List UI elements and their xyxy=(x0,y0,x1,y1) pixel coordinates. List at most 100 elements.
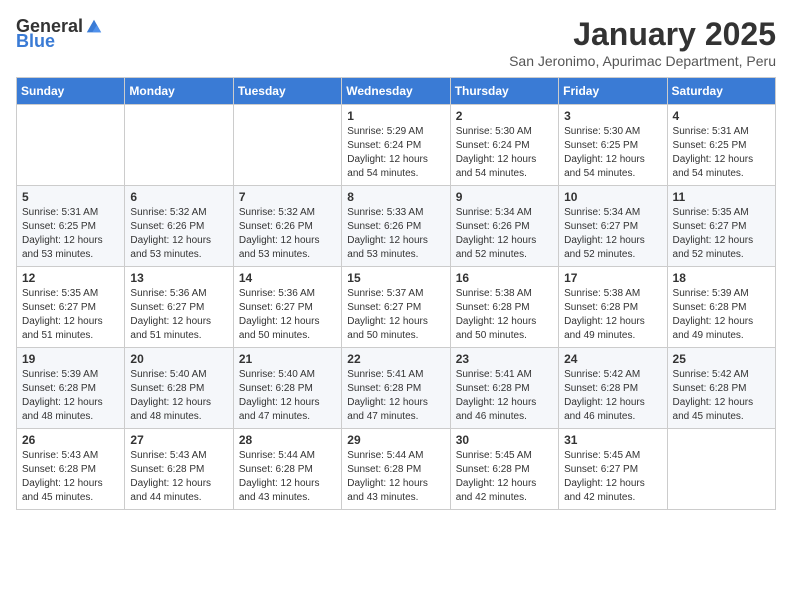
main-title: January 2025 xyxy=(509,16,776,53)
day-number: 26 xyxy=(22,433,119,447)
day-number: 17 xyxy=(564,271,661,285)
day-number: 18 xyxy=(673,271,770,285)
calendar-cell: 14Sunrise: 5:36 AMSunset: 6:27 PMDayligh… xyxy=(233,267,341,348)
day-number: 24 xyxy=(564,352,661,366)
day-number: 15 xyxy=(347,271,444,285)
calendar-cell: 18Sunrise: 5:39 AMSunset: 6:28 PMDayligh… xyxy=(667,267,775,348)
logo-icon xyxy=(85,18,103,36)
weekday-header-monday: Monday xyxy=(125,78,233,105)
title-block: January 2025 San Jeronimo, Apurimac Depa… xyxy=(509,16,776,69)
calendar-table: SundayMondayTuesdayWednesdayThursdayFrid… xyxy=(16,77,776,510)
day-info: Sunrise: 5:39 AMSunset: 6:28 PMDaylight:… xyxy=(22,368,119,424)
day-info: Sunrise: 5:42 AMSunset: 6:28 PMDaylight:… xyxy=(673,368,770,424)
week-row-4: 19 Sunrise: 5:39 AMSunset: 6:28 PMDayligh… xyxy=(17,348,776,429)
calendar-cell: 25 Sunrise: 5:42 AMSunset: 6:28 PMDayligh… xyxy=(667,348,775,429)
day-info: Sunrise: 5:38 AMSunset: 6:28 PMDaylight:… xyxy=(456,287,553,343)
day-info: Sunrise: 5:30 AMSunset: 6:24 PMDaylight:… xyxy=(456,125,553,181)
day-number: 23 xyxy=(456,352,553,366)
weekday-header-friday: Friday xyxy=(559,78,667,105)
calendar-cell: 19 Sunrise: 5:39 AMSunset: 6:28 PMDayligh… xyxy=(17,348,125,429)
calendar-cell: 2 Sunrise: 5:30 AMSunset: 6:24 PMDaylight… xyxy=(450,105,558,186)
calendar-cell: 20Sunrise: 5:40 AMSunset: 6:28 PMDayligh… xyxy=(125,348,233,429)
week-row-2: 5Sunrise: 5:31 AMSunset: 6:25 PMDaylight… xyxy=(17,186,776,267)
day-info: Sunrise: 5:42 AMSunset: 6:28 PMDaylight:… xyxy=(564,368,661,424)
day-number: 21 xyxy=(239,352,336,366)
weekday-header-thursday: Thursday xyxy=(450,78,558,105)
calendar-cell: 8 Sunrise: 5:33 AMSunset: 6:26 PMDaylight… xyxy=(342,186,450,267)
day-number: 8 xyxy=(347,190,444,204)
calendar-cell xyxy=(17,105,125,186)
day-number: 2 xyxy=(456,109,553,123)
day-number: 27 xyxy=(130,433,227,447)
day-info: Sunrise: 5:35 AMSunset: 6:27 PMDaylight:… xyxy=(673,206,770,262)
day-info: Sunrise: 5:41 AMSunset: 6:28 PMDaylight:… xyxy=(347,368,444,424)
day-number: 30 xyxy=(456,433,553,447)
calendar-cell: 21 Sunrise: 5:40 AMSunset: 6:28 PMDayligh… xyxy=(233,348,341,429)
calendar-cell: 5Sunrise: 5:31 AMSunset: 6:25 PMDaylight… xyxy=(17,186,125,267)
day-info: Sunrise: 5:30 AMSunset: 6:25 PMDaylight:… xyxy=(564,125,661,181)
calendar-cell: 9 Sunrise: 5:34 AMSunset: 6:26 PMDaylight… xyxy=(450,186,558,267)
day-number: 25 xyxy=(673,352,770,366)
day-number: 5 xyxy=(22,190,119,204)
calendar-cell: 3 Sunrise: 5:30 AMSunset: 6:25 PMDaylight… xyxy=(559,105,667,186)
weekday-header-tuesday: Tuesday xyxy=(233,78,341,105)
weekday-header-saturday: Saturday xyxy=(667,78,775,105)
day-number: 9 xyxy=(456,190,553,204)
day-info: Sunrise: 5:40 AMSunset: 6:28 PMDaylight:… xyxy=(239,368,336,424)
day-number: 29 xyxy=(347,433,444,447)
day-number: 22 xyxy=(347,352,444,366)
calendar-cell: 23 Sunrise: 5:41 AMSunset: 6:28 PMDayligh… xyxy=(450,348,558,429)
calendar-cell: 1Sunrise: 5:29 AMSunset: 6:24 PMDaylight… xyxy=(342,105,450,186)
day-number: 1 xyxy=(347,109,444,123)
calendar-cell: 22 Sunrise: 5:41 AMSunset: 6:28 PMDayligh… xyxy=(342,348,450,429)
day-number: 28 xyxy=(239,433,336,447)
calendar-cell: 6 Sunrise: 5:32 AMSunset: 6:26 PMDaylight… xyxy=(125,186,233,267)
calendar-cell: 15 Sunrise: 5:37 AMSunset: 6:27 PMDayligh… xyxy=(342,267,450,348)
week-row-5: 26 Sunrise: 5:43 AMSunset: 6:28 PMDayligh… xyxy=(17,429,776,510)
day-info: Sunrise: 5:31 AMSunset: 6:25 PMDaylight:… xyxy=(673,125,770,181)
day-number: 6 xyxy=(130,190,227,204)
day-info: Sunrise: 5:44 AMSunset: 6:28 PMDaylight:… xyxy=(239,449,336,505)
calendar-cell: 28 Sunrise: 5:44 AMSunset: 6:28 PMDayligh… xyxy=(233,429,341,510)
day-info: Sunrise: 5:37 AMSunset: 6:27 PMDaylight:… xyxy=(347,287,444,343)
calendar-cell xyxy=(125,105,233,186)
day-info: Sunrise: 5:44 AMSunset: 6:28 PMDaylight:… xyxy=(347,449,444,505)
calendar-cell: 31Sunrise: 5:45 AMSunset: 6:27 PMDayligh… xyxy=(559,429,667,510)
week-row-1: 1Sunrise: 5:29 AMSunset: 6:24 PMDaylight… xyxy=(17,105,776,186)
weekday-header-wednesday: Wednesday xyxy=(342,78,450,105)
logo-blue: Blue xyxy=(16,31,55,52)
day-info: Sunrise: 5:33 AMSunset: 6:26 PMDaylight:… xyxy=(347,206,444,262)
day-number: 3 xyxy=(564,109,661,123)
day-number: 19 xyxy=(22,352,119,366)
calendar-cell: 13 Sunrise: 5:36 AMSunset: 6:27 PMDayligh… xyxy=(125,267,233,348)
calendar-cell: 26 Sunrise: 5:43 AMSunset: 6:28 PMDayligh… xyxy=(17,429,125,510)
day-number: 20 xyxy=(130,352,227,366)
calendar-cell xyxy=(233,105,341,186)
day-info: Sunrise: 5:45 AMSunset: 6:28 PMDaylight:… xyxy=(456,449,553,505)
calendar-cell: 10Sunrise: 5:34 AMSunset: 6:27 PMDayligh… xyxy=(559,186,667,267)
calendar-cell: 27 Sunrise: 5:43 AMSunset: 6:28 PMDayligh… xyxy=(125,429,233,510)
calendar-cell: 29 Sunrise: 5:44 AMSunset: 6:28 PMDayligh… xyxy=(342,429,450,510)
calendar-cell: 16Sunrise: 5:38 AMSunset: 6:28 PMDayligh… xyxy=(450,267,558,348)
day-number: 12 xyxy=(22,271,119,285)
day-info: Sunrise: 5:43 AMSunset: 6:28 PMDaylight:… xyxy=(130,449,227,505)
day-number: 4 xyxy=(673,109,770,123)
day-info: Sunrise: 5:43 AMSunset: 6:28 PMDaylight:… xyxy=(22,449,119,505)
day-info: Sunrise: 5:32 AMSunset: 6:26 PMDaylight:… xyxy=(130,206,227,262)
day-number: 13 xyxy=(130,271,227,285)
day-info: Sunrise: 5:35 AMSunset: 6:27 PMDaylight:… xyxy=(22,287,119,343)
calendar-cell: 24 Sunrise: 5:42 AMSunset: 6:28 PMDayligh… xyxy=(559,348,667,429)
week-row-3: 12 Sunrise: 5:35 AMSunset: 6:27 PMDayligh… xyxy=(17,267,776,348)
calendar-cell xyxy=(667,429,775,510)
weekday-header-row: SundayMondayTuesdayWednesdayThursdayFrid… xyxy=(17,78,776,105)
day-info: Sunrise: 5:36 AMSunset: 6:27 PMDaylight:… xyxy=(130,287,227,343)
calendar-cell: 17Sunrise: 5:38 AMSunset: 6:28 PMDayligh… xyxy=(559,267,667,348)
calendar-cell: 30 Sunrise: 5:45 AMSunset: 6:28 PMDayligh… xyxy=(450,429,558,510)
day-number: 10 xyxy=(564,190,661,204)
day-info: Sunrise: 5:34 AMSunset: 6:26 PMDaylight:… xyxy=(456,206,553,262)
day-number: 31 xyxy=(564,433,661,447)
day-info: Sunrise: 5:41 AMSunset: 6:28 PMDaylight:… xyxy=(456,368,553,424)
calendar-cell: 12 Sunrise: 5:35 AMSunset: 6:27 PMDayligh… xyxy=(17,267,125,348)
header: General Blue January 2025 San Jeronimo, … xyxy=(16,16,776,69)
day-number: 7 xyxy=(239,190,336,204)
